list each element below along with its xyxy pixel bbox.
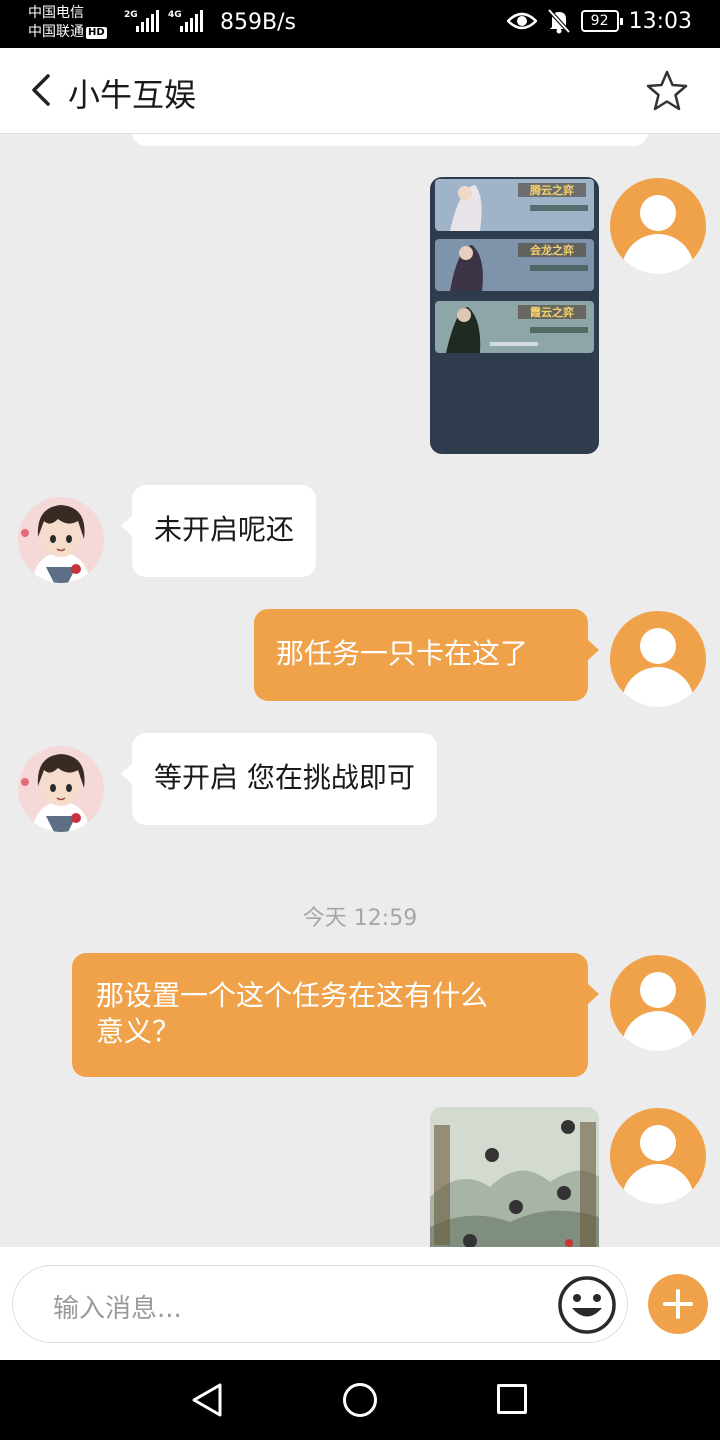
carrier-2: 中国联通 [28, 24, 84, 40]
smiley-icon[interactable] [557, 1275, 617, 1335]
clock: 13:03 [628, 8, 692, 34]
card-2-title: 会龙之弈 [530, 243, 574, 257]
signal-2g-icon: 2G [124, 10, 159, 32]
previous-message-bubble [132, 134, 648, 146]
agent-avatar-illustration [18, 497, 104, 583]
signal-4g-icon: 4G [168, 10, 203, 32]
nav-back-icon[interactable] [190, 1382, 224, 1418]
battery-indicator: 92 [580, 10, 623, 32]
plus-icon[interactable] [648, 1274, 708, 1334]
page-title: 小牛互娱 [68, 76, 197, 114]
my-avatar[interactable] [610, 955, 706, 1051]
chat-header: 小牛互娱 [0, 48, 720, 134]
my-avatar[interactable] [610, 1108, 706, 1204]
my-avatar[interactable] [610, 611, 706, 707]
carrier-info: 中国电信 中国联通 HD [28, 4, 107, 42]
message-text: 等开启 您在挑战即可 [154, 761, 415, 794]
chat-area[interactable]: 腾云之弈 会龙之弈 霞云之弈 未开启呢还 那任务一只卡在这了 等开启 您在挑战即… [0, 134, 720, 1247]
bell-muted-icon [547, 8, 571, 34]
carrier-1: 中国电信 [28, 5, 84, 21]
card-3-title: 霞云之弈 [530, 305, 574, 319]
game-screenshot-thumbnail: 腾云之弈 会龙之弈 霞云之弈 [435, 179, 594, 353]
agent-avatar[interactable] [18, 497, 104, 583]
game-map-thumbnail [430, 1107, 599, 1247]
system-nav-bar [0, 1360, 720, 1440]
incoming-message-bubble[interactable]: 等开启 您在挑战即可 [121, 733, 437, 825]
star-outline-icon[interactable] [644, 68, 690, 114]
message-text-line-1: 那设置一个这个任务在这有什么 [96, 979, 489, 1012]
my-avatar[interactable] [610, 178, 706, 274]
card-1-title: 腾云之弈 [530, 183, 574, 197]
network-speed: 859B/s [220, 10, 296, 35]
message-input-bar: 输入消息... [0, 1247, 720, 1360]
image-message[interactable] [430, 1107, 599, 1247]
outgoing-message-bubble[interactable]: 那设置一个这个任务在这有什么 意义？ [72, 953, 599, 1077]
agent-avatar[interactable] [18, 746, 104, 832]
agent-avatar-illustration [18, 746, 104, 832]
incoming-message-bubble[interactable]: 未开启呢还 [120, 485, 317, 577]
chevron-left-icon[interactable] [26, 70, 56, 110]
hd-badge: HD [86, 27, 107, 39]
nav-home-icon[interactable] [343, 1383, 377, 1417]
eye-icon [506, 12, 537, 30]
message-input-placeholder: 输入消息... [53, 1294, 182, 1324]
outgoing-message-bubble[interactable]: 那任务一只卡在这了 [254, 609, 599, 701]
message-input[interactable]: 输入消息... [12, 1265, 628, 1343]
status-bar: 中国电信 中国联通 HD 2G 4G 859B/s 92 13:03 [0, 0, 720, 48]
message-timestamp: 今天 12:59 [302, 906, 418, 931]
nav-recent-apps-icon[interactable] [497, 1384, 527, 1414]
image-message[interactable]: 腾云之弈 会龙之弈 霞云之弈 [430, 177, 599, 454]
message-text: 那任务一只卡在这了 [276, 637, 529, 670]
message-text: 未开启呢还 [154, 513, 295, 546]
message-text-line-2: 意义？ [96, 1015, 181, 1048]
